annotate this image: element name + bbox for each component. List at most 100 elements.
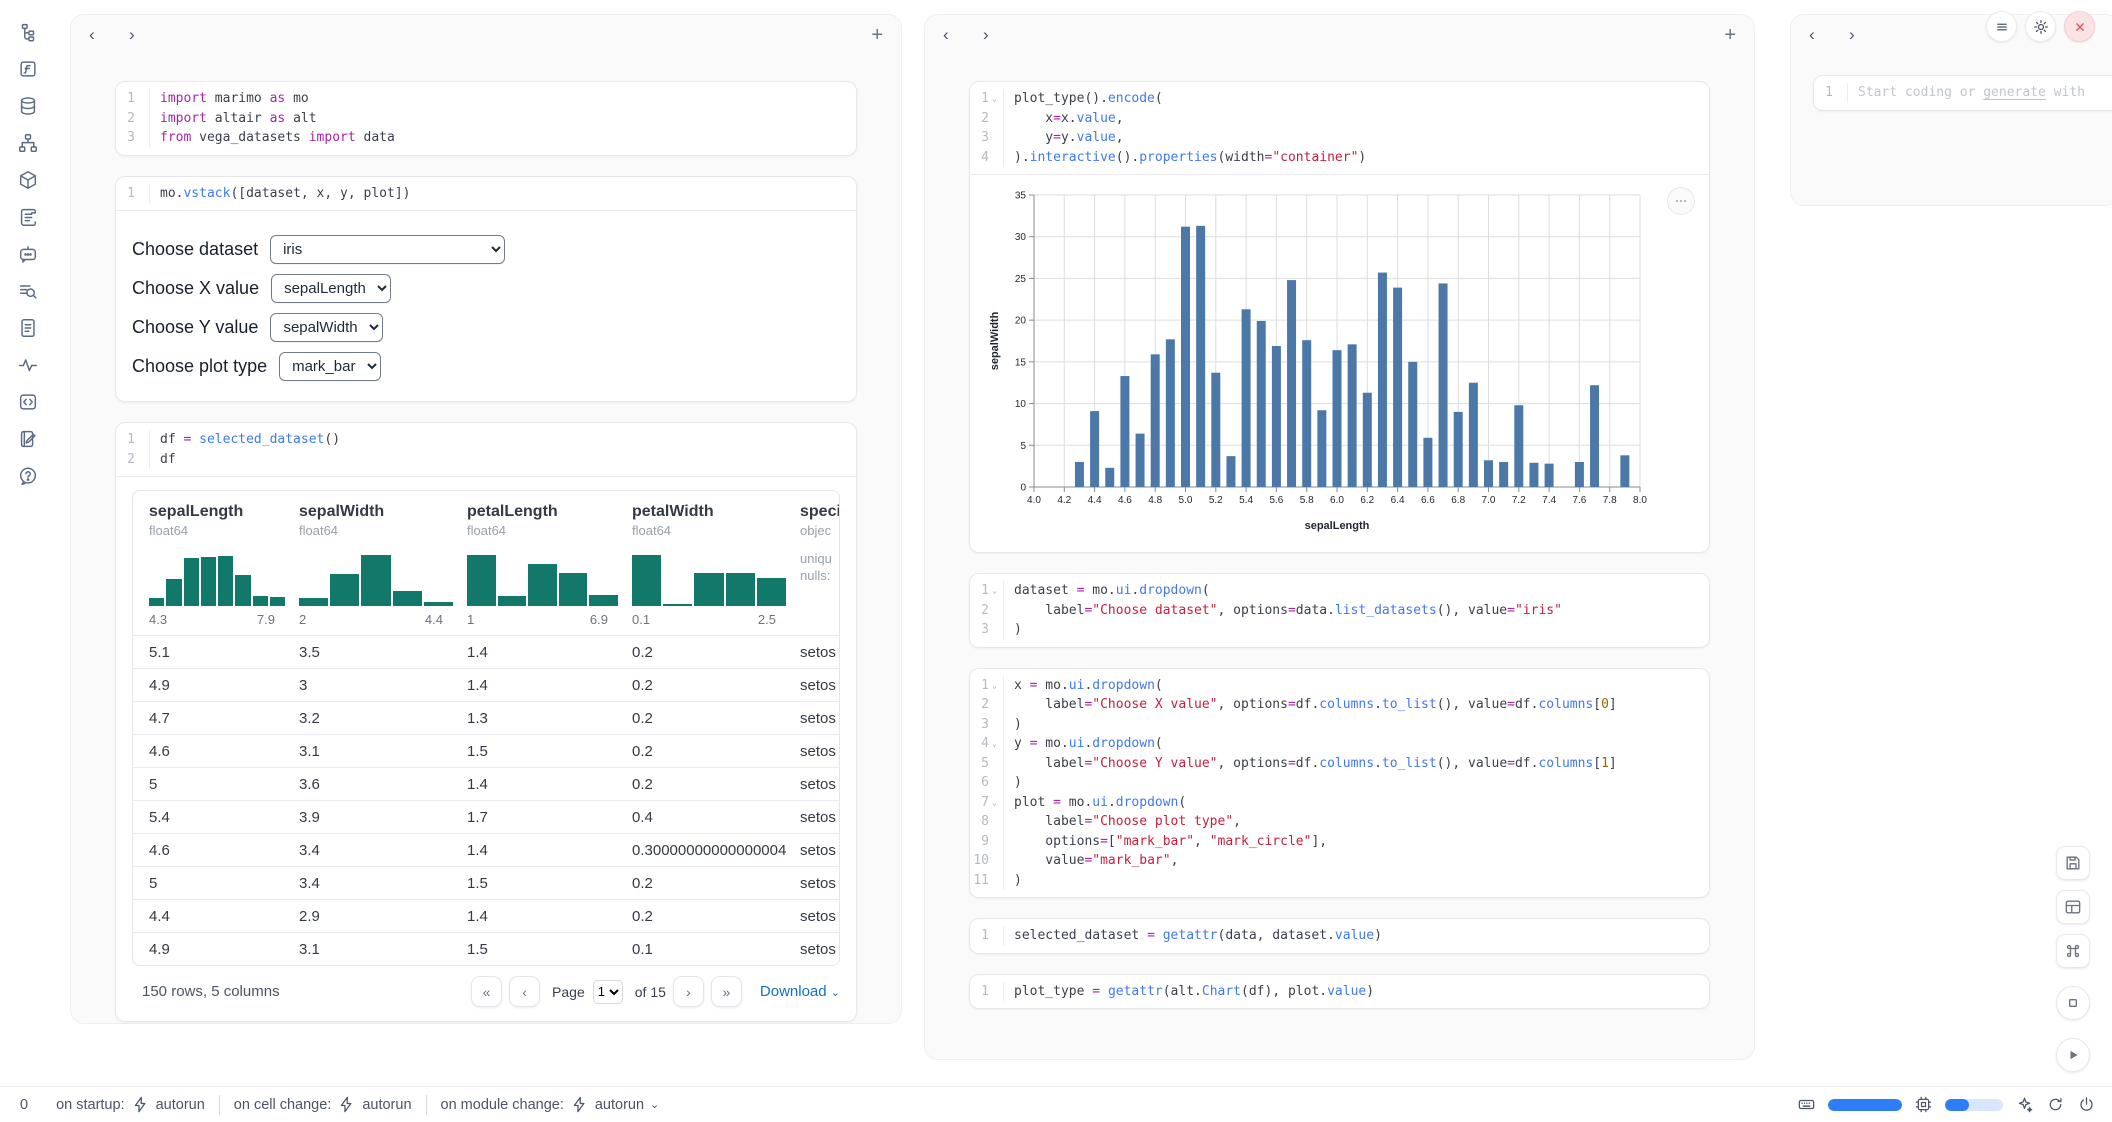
empty-cell[interactable]: 1 Start coding or generate with [1813,75,2112,111]
keyboard-icon[interactable] [1797,1095,1816,1114]
code-line[interactable]: 5 label="Choose Y value", options=df.col… [970,754,1699,774]
download-button[interactable]: Download ⌄ [760,983,840,1000]
code-editor[interactable]: 1plot_type = getattr(alt.Chart(df), plot… [970,975,1709,1009]
fold-icon[interactable]: ⌄ [989,581,1000,601]
sidebar-snippets-button[interactable] [12,390,44,414]
code-line[interactable]: 4).interactive().properties(width="conta… [970,148,1699,168]
code-line[interactable]: 1⌄x = mo.ui.dropdown( [970,676,1699,696]
vstack-cell[interactable]: 1mo.vstack([dataset, x, y, plot]) Choose… [115,176,857,403]
fold-icon[interactable]: ⌄ [989,676,1000,696]
dataframe-cell[interactable]: 1df = selected_dataset()2df sepalLengthf… [115,422,857,1022]
sidebar-chat-button[interactable] [12,242,44,266]
sidebar-tracing-button[interactable] [12,353,44,377]
sidebar-packages-button[interactable] [12,168,44,192]
sidebar-documentation-button[interactable] [12,316,44,340]
sparkle-icon[interactable] [2015,1095,2034,1114]
first-page-button[interactable]: « [471,976,502,1007]
code-line[interactable]: 4⌄y = mo.ui.dropdown( [970,734,1699,754]
code-line[interactable]: 1selected_dataset = getattr(data, datase… [970,926,1699,946]
fold-icon[interactable]: ⌄ [989,793,1000,813]
sidebar-help-button[interactable] [12,464,44,488]
code-line[interactable]: 2import altair as alt [116,109,846,129]
prev-column-button[interactable]: ‹ [1809,25,1849,45]
sidebar-file-tree-button[interactable] [12,20,44,44]
power-icon[interactable] [2077,1095,2096,1114]
fold-icon[interactable]: ⌄ [989,89,1000,109]
code-line[interactable]: 3) [970,715,1699,735]
code-editor[interactable]: 1mo.vstack([dataset, x, y, plot]) [116,177,856,211]
code-line[interactable]: 1mo.vstack([dataset, x, y, plot]) [116,184,846,204]
choose-dataset-select[interactable]: iris [270,235,505,264]
prev-column-button[interactable]: ‹ [89,25,129,45]
code-line[interactable]: 7⌄plot = mo.ui.dropdown( [970,793,1699,813]
add-cell-button[interactable]: + [871,25,883,45]
close-button[interactable] [2064,11,2095,42]
refresh-icon[interactable] [2046,1095,2065,1114]
add-cell-button[interactable]: + [1724,25,1736,45]
autorun-config-3[interactable]: on module change:autorun⌄ [441,1095,660,1114]
table-row[interactable]: 4.93.11.50.1setos [133,932,839,965]
table-row[interactable]: 4.73.21.30.2setos [133,701,839,734]
sidebar-scratchpad-button[interactable] [12,427,44,451]
column-header-petalLength[interactable]: petalLengthfloat6416.9 [467,503,632,627]
next-column-button[interactable]: › [983,25,1023,45]
column-histogram[interactable] [299,552,453,606]
code-line[interactable]: 3from vega_datasets import data [116,128,846,148]
code-editor[interactable]: 1import marimo as mo2import altair as al… [116,82,856,155]
plot-type-cell[interactable]: 1plot_type = getattr(alt.Chart(df), plot… [969,974,1710,1010]
column-header-sepalWidth[interactable]: sepalWidthfloat6424.4 [299,503,467,627]
autorun-config-1[interactable]: on startup:autorun [56,1095,205,1114]
code-line[interactable]: 2df [116,450,846,470]
code-line[interactable]: 1df = selected_dataset() [116,430,846,450]
column-header-speci[interactable]: speciobjecuniqunulls: [800,503,840,627]
keyboard-shortcuts-button[interactable] [2056,934,2090,968]
code-line[interactable]: 1import marimo as mo [116,89,846,109]
imports-cell[interactable]: 1import marimo as mo2import altair as al… [115,81,857,156]
code-line[interactable]: 8 label="Choose plot type", [970,812,1699,832]
sidebar-dependency-graph-button[interactable] [12,131,44,155]
fold-icon[interactable]: ⌄ [989,734,1000,754]
table-row[interactable]: 4.931.40.2setos [133,668,839,701]
code-line[interactable]: 1⌄plot_type().encode( [970,89,1699,109]
code-editor[interactable]: 1⌄plot_type().encode(2 x=x.value,3 y=y.v… [970,82,1709,174]
code-line[interactable]: 2 x=x.value, [970,109,1699,129]
table-row[interactable]: 4.42.91.40.2setos [133,899,839,932]
column-histogram[interactable] [632,552,786,606]
sidebar-datasources-button[interactable] [12,94,44,118]
autorun-config-2[interactable]: on cell change:autorun [234,1095,412,1114]
next-column-button[interactable]: › [129,25,169,45]
code-placeholder[interactable]: Start coding or generate with [1848,83,2085,103]
scratch-square-button[interactable] [2056,986,2090,1020]
prev-column-button[interactable]: ‹ [943,25,983,45]
code-line[interactable]: 10 value="mark_bar", [970,851,1699,871]
chart-canvas[interactable]: 4.04.24.44.64.85.05.25.45.65.86.06.26.46… [986,183,1654,535]
column-histogram[interactable] [149,552,285,606]
table-row[interactable]: 4.63.11.50.2setos [133,734,839,767]
column-header-sepalLength[interactable]: sepalLengthfloat644.37.9 [149,503,299,627]
selected-dataset-cell[interactable]: 1selected_dataset = getattr(data, datase… [969,918,1710,954]
chart-actions-button[interactable] [1667,187,1695,215]
code-line[interactable]: 9 options=["mark_bar", "mark_circle"], [970,832,1699,852]
code-editor[interactable]: 1⌄dataset = mo.ui.dropdown(2 label="Choo… [970,574,1709,647]
panel-layout-button[interactable] [2056,890,2090,924]
last-page-button[interactable]: » [711,976,742,1007]
error-count-badge[interactable]: 0 [14,1097,28,1113]
code-line[interactable]: 2 label="Choose X value", options=df.col… [970,695,1699,715]
chart-cell[interactable]: 1⌄plot_type().encode(2 x=x.value,3 y=y.v… [969,81,1710,553]
code-editor[interactable]: 1⌄x = mo.ui.dropdown(2 label="Choose X v… [970,669,1709,898]
sidebar-scripts-button[interactable] [12,205,44,229]
sidebar-logs-search-button[interactable] [12,279,44,303]
run-button[interactable] [2056,1038,2090,1072]
sidebar-functions-button[interactable] [12,57,44,81]
next-column-button[interactable]: › [1849,25,1889,45]
menu-button[interactable] [1986,11,2017,42]
code-editor[interactable]: 1df = selected_dataset()2df [116,423,856,476]
table-row[interactable]: 4.63.41.40.30000000000000004setos [133,833,839,866]
dataset-dropdown-cell[interactable]: 1⌄dataset = mo.ui.dropdown(2 label="Choo… [969,573,1710,648]
column-header-petalWidth[interactable]: petalWidthfloat640.12.5 [632,503,800,627]
choose-plot-type-select[interactable]: mark_bar [279,352,381,381]
next-page-button[interactable]: › [673,976,704,1007]
settings-button[interactable] [2025,11,2056,42]
code-line[interactable]: 2 label="Choose dataset", options=data.l… [970,601,1699,621]
code-line[interactable]: 1⌄dataset = mo.ui.dropdown( [970,581,1699,601]
